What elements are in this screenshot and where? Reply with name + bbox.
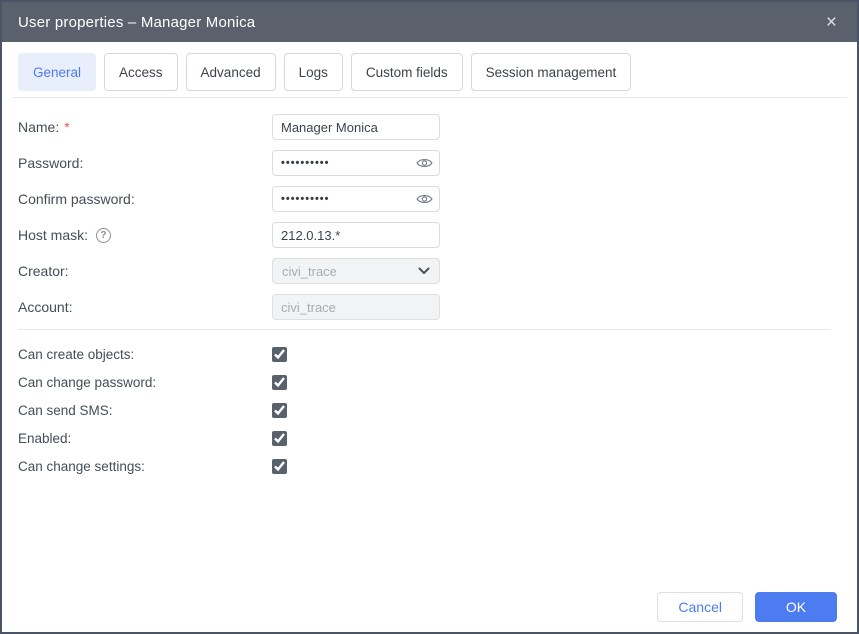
enabled-checkbox[interactable] [272, 431, 287, 446]
creator-select-value: civi_trace [282, 264, 337, 279]
dialog-title: User properties – Manager Monica [18, 14, 255, 31]
password-label: Password: [18, 155, 272, 171]
can-change-settings-label: Can change settings: [18, 459, 272, 474]
host-mask-label: Host mask: ? [18, 227, 272, 243]
field-row-host-mask: Host mask: ? [18, 217, 831, 253]
field-row-password: Password: [18, 145, 831, 181]
confirm-password-label: Confirm password: [18, 191, 272, 207]
name-input[interactable] [272, 114, 440, 140]
general-tab-panel: Name: * Password: Confirm pas [2, 98, 857, 480]
can-change-settings-checkbox[interactable] [272, 459, 287, 474]
user-properties-dialog: User properties – Manager Monica × Gener… [0, 0, 859, 634]
checkbox-row-can-create-objects: Can create objects: [18, 340, 831, 368]
confirm-password-input[interactable] [272, 186, 440, 212]
can-create-objects-label: Can create objects: [18, 347, 272, 362]
checkbox-row-can-change-settings: Can change settings: [18, 452, 831, 480]
can-create-objects-checkbox[interactable] [272, 347, 287, 362]
tab-access[interactable]: Access [104, 53, 178, 91]
chevron-down-icon [418, 267, 430, 275]
tab-logs[interactable]: Logs [284, 53, 343, 91]
can-send-sms-label: Can send SMS: [18, 403, 272, 418]
creator-select: civi_trace [272, 258, 440, 284]
checkbox-row-enabled: Enabled: [18, 424, 831, 452]
name-label: Name: * [18, 119, 272, 135]
checkbox-row-can-change-password: Can change password: [18, 368, 831, 396]
field-row-confirm-password: Confirm password: [18, 181, 831, 217]
tab-custom-fields[interactable]: Custom fields [351, 53, 463, 91]
required-asterisk: * [64, 119, 69, 135]
ok-button[interactable]: OK [755, 592, 837, 622]
can-send-sms-checkbox[interactable] [272, 403, 287, 418]
checkbox-row-can-send-sms: Can send SMS: [18, 396, 831, 424]
dialog-titlebar: User properties – Manager Monica × [2, 2, 857, 42]
section-divider [18, 329, 831, 330]
question-circle-icon[interactable]: ? [96, 228, 111, 243]
can-change-password-checkbox[interactable] [272, 375, 287, 390]
dialog-footer: Cancel OK [2, 582, 857, 632]
can-change-password-label: Can change password: [18, 375, 272, 390]
tab-advanced[interactable]: Advanced [186, 53, 276, 91]
tab-general[interactable]: General [18, 53, 96, 91]
cancel-button[interactable]: Cancel [657, 592, 743, 622]
field-row-account: Account: [18, 289, 831, 325]
field-row-creator: Creator: civi_trace [18, 253, 831, 289]
tab-bar: General Access Advanced Logs Custom fiel… [12, 42, 847, 98]
account-input [272, 294, 440, 320]
close-icon[interactable]: × [822, 11, 841, 34]
eye-icon[interactable] [416, 193, 433, 205]
password-input[interactable] [272, 150, 440, 176]
eye-icon[interactable] [416, 157, 433, 169]
field-row-name: Name: * [18, 109, 831, 145]
creator-label: Creator: [18, 263, 272, 279]
enabled-label: Enabled: [18, 431, 272, 446]
account-label: Account: [18, 299, 272, 315]
host-mask-input[interactable] [272, 222, 440, 248]
tab-session-management[interactable]: Session management [471, 53, 632, 91]
